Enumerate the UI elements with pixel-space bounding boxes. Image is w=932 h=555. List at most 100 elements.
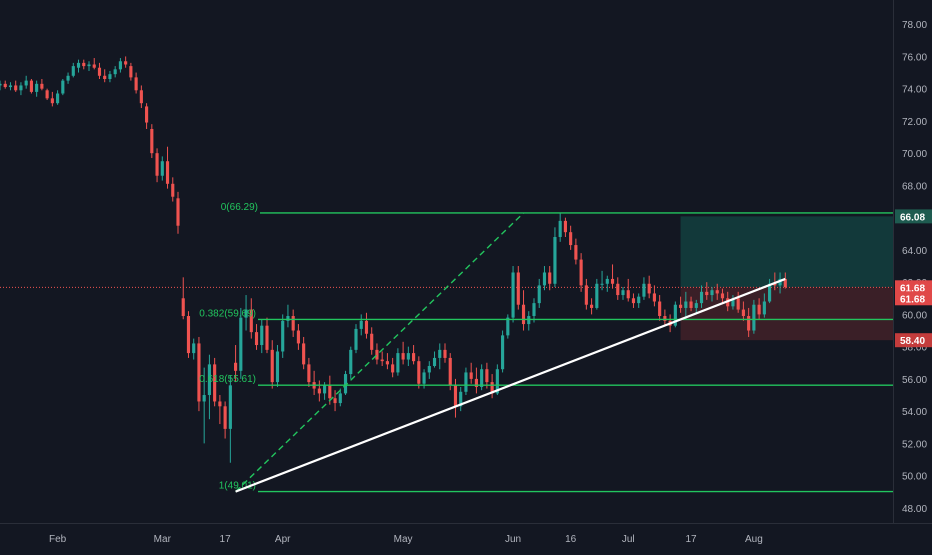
price-tick-label: 78.00 bbox=[902, 20, 927, 31]
target-zone[interactable] bbox=[680, 216, 893, 288]
candle bbox=[516, 266, 520, 310]
candle-body bbox=[511, 272, 515, 318]
candle-body bbox=[50, 98, 54, 104]
candle-body bbox=[40, 83, 44, 89]
candle bbox=[45, 88, 49, 100]
candle-body bbox=[626, 290, 630, 299]
candle-body bbox=[61, 80, 65, 94]
candle-body bbox=[108, 74, 112, 80]
candle bbox=[511, 266, 515, 323]
candle-body bbox=[0, 83, 2, 86]
candle-body bbox=[307, 364, 311, 383]
candle-body bbox=[87, 64, 91, 67]
candle-body bbox=[485, 369, 489, 383]
candle-body bbox=[35, 83, 39, 92]
time-axis-background bbox=[0, 524, 932, 550]
candle-body bbox=[134, 77, 138, 91]
price-tick-label: 76.00 bbox=[902, 52, 927, 63]
candle-body bbox=[422, 372, 426, 384]
candle-body bbox=[82, 62, 86, 67]
candle-body bbox=[679, 304, 683, 308]
candle-body bbox=[705, 291, 709, 296]
candle-body bbox=[118, 61, 122, 70]
candle-body bbox=[302, 343, 306, 365]
candle-body bbox=[391, 364, 395, 373]
candle-body bbox=[663, 316, 667, 321]
candle-body bbox=[181, 298, 185, 317]
candle-body bbox=[720, 293, 725, 299]
candle bbox=[673, 301, 677, 328]
candle-body bbox=[364, 320, 369, 334]
candle-body bbox=[438, 349, 442, 358]
candle-body bbox=[521, 304, 526, 325]
candle-body bbox=[443, 349, 447, 358]
candle-body bbox=[637, 296, 641, 304]
candle-body bbox=[223, 406, 227, 429]
candle-body bbox=[642, 283, 646, 297]
candle-body bbox=[699, 291, 704, 304]
price-tick-label: 56.00 bbox=[902, 375, 927, 386]
candle-body bbox=[218, 401, 222, 407]
candle-body bbox=[741, 309, 745, 317]
price-tag-entry: 61.68 bbox=[895, 291, 932, 306]
price-tick-label: 48.00 bbox=[902, 504, 927, 515]
candle-body bbox=[103, 75, 107, 80]
candle-body bbox=[595, 283, 599, 308]
candle bbox=[501, 330, 505, 373]
candle bbox=[61, 79, 65, 96]
candle bbox=[150, 124, 154, 159]
candle-body bbox=[275, 351, 280, 383]
candle bbox=[752, 299, 756, 334]
candle-body bbox=[317, 388, 321, 394]
candle-body bbox=[432, 357, 437, 366]
candle bbox=[29, 79, 33, 94]
candle-body bbox=[600, 283, 604, 285]
chart-canvas[interactable]: 0(66.29)0.382(59.69)0.618(55.61)1(49.01)… bbox=[0, 0, 932, 550]
candle-body bbox=[124, 61, 128, 65]
price-tag-value: 61.68 bbox=[900, 294, 925, 305]
price-chart[interactable]: 0(66.29) 0.382(59.69) 0.618(55.61) 1(49.01)… bbox=[0, 0, 932, 550]
candle-body bbox=[752, 304, 756, 331]
candle-body bbox=[14, 85, 18, 91]
candle-body bbox=[92, 64, 96, 68]
candle-body bbox=[228, 385, 232, 429]
candle-body bbox=[76, 62, 81, 68]
candle-body bbox=[375, 349, 379, 360]
candle-body bbox=[176, 198, 180, 226]
candle-body bbox=[453, 385, 458, 407]
price-tick-label: 54.00 bbox=[902, 407, 927, 418]
candle-body bbox=[427, 365, 431, 373]
candle-body bbox=[129, 66, 133, 78]
candle-body bbox=[542, 272, 547, 286]
candle-body bbox=[584, 285, 588, 305]
candle-body bbox=[747, 316, 751, 331]
time-tick-label: Feb bbox=[49, 534, 67, 545]
time-tick-label: Mar bbox=[154, 534, 172, 545]
candle-body bbox=[757, 304, 761, 315]
candle-body bbox=[616, 283, 620, 296]
candle-body bbox=[155, 153, 159, 176]
candle-body bbox=[66, 75, 70, 81]
candle-body bbox=[548, 272, 552, 284]
candle-body bbox=[553, 237, 557, 284]
candle-body bbox=[417, 361, 421, 384]
price-tick-label: 74.00 bbox=[902, 85, 927, 96]
price-tag-value: 58.40 bbox=[900, 336, 925, 347]
candle-body bbox=[736, 298, 740, 310]
time-tick-label: 17 bbox=[685, 534, 697, 545]
price-tick-label: 68.00 bbox=[902, 181, 927, 192]
candle-body bbox=[296, 330, 300, 344]
candle-body bbox=[328, 385, 332, 399]
candle-body bbox=[354, 328, 358, 350]
candle-body bbox=[291, 316, 295, 331]
candle-body bbox=[150, 128, 154, 154]
candle-body bbox=[239, 317, 243, 371]
candle-body bbox=[380, 359, 384, 362]
candle-body bbox=[401, 353, 405, 360]
candle-body bbox=[192, 343, 196, 354]
candle-body bbox=[234, 362, 238, 371]
price-tag-target: 66.08 bbox=[895, 209, 932, 224]
candle bbox=[281, 314, 285, 358]
candle-body bbox=[684, 301, 688, 308]
candle-body bbox=[574, 245, 578, 260]
